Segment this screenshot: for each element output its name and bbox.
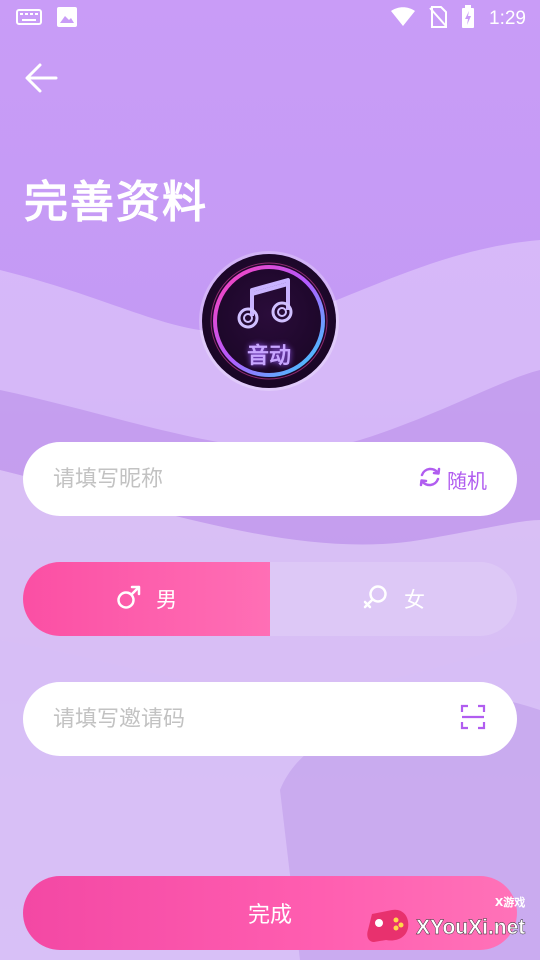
random-label: 随机 (447, 468, 487, 493)
invite-field-container (23, 682, 517, 756)
back-button[interactable] (22, 58, 62, 98)
arrow-left-icon (25, 63, 58, 93)
refresh-icon (417, 464, 443, 495)
gender-female-button[interactable]: 女 (270, 562, 517, 636)
watermark-text: XYouXi.net (416, 916, 526, 939)
battery-charging-icon (461, 5, 475, 33)
status-time: 1:29 (489, 8, 526, 29)
gender-selector: 男 女 (23, 562, 517, 636)
keyboard-icon (16, 8, 42, 30)
page-title: 完善资料 (24, 177, 208, 228)
scan-button[interactable] (459, 703, 487, 735)
watermark-small-text: X游戏 (494, 896, 526, 909)
nickname-field-container: 随机 (23, 442, 517, 516)
status-bar: 1:29 (0, 0, 540, 38)
wifi-icon (391, 7, 416, 31)
nickname-input[interactable] (53, 466, 417, 492)
gender-male-label: 男 (156, 588, 177, 612)
logo-text: 音动 (246, 344, 291, 369)
app-logo: 音动 (202, 254, 336, 388)
random-nickname-button[interactable]: 随机 (417, 464, 487, 495)
scan-icon (459, 703, 487, 735)
gender-male-button[interactable]: 男 (23, 562, 270, 636)
image-icon (56, 6, 78, 32)
status-right: 1:29 (391, 5, 526, 33)
female-symbol-icon (362, 583, 390, 616)
gender-female-label: 女 (404, 588, 425, 612)
status-left (16, 6, 78, 32)
invite-code-input[interactable] (53, 706, 459, 732)
no-sim-icon (429, 6, 448, 32)
male-symbol-icon (116, 584, 142, 615)
gamepad-icon (366, 906, 412, 950)
site-watermark: XYouXi.net X游戏 (366, 896, 526, 950)
